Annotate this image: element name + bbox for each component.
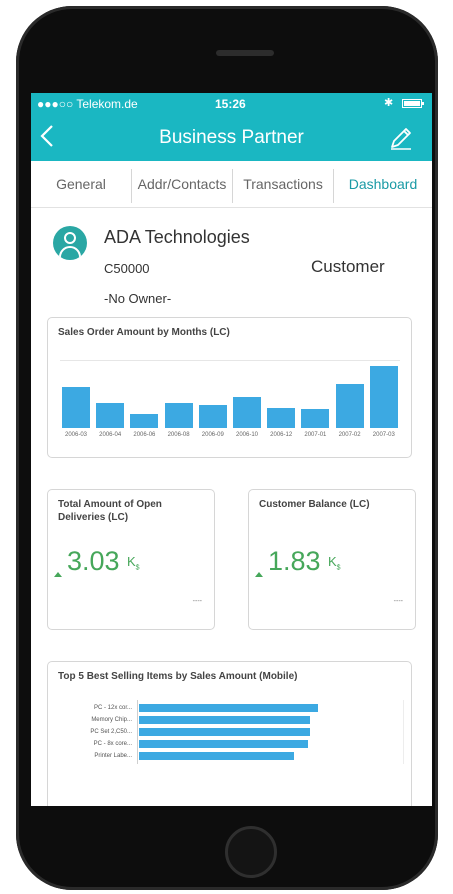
- top-items-chart-card[interactable]: Top 5 Best Selling Items by Sales Amount…: [47, 661, 412, 806]
- open-deliveries-card[interactable]: Total Amount of Open Deliveries (LC) 3.0…: [47, 489, 215, 630]
- chart-x-tick-label: 2006-10: [235, 432, 259, 438]
- chart-bar[interactable]: [139, 740, 309, 748]
- chart-bar[interactable]: [62, 386, 90, 428]
- chart-bar[interactable]: [198, 405, 227, 428]
- chart-bar[interactable]: [139, 716, 310, 724]
- kpi-title: Customer Balance (LC): [259, 499, 370, 510]
- chart-y-tick-label: Memory Chip...: [91, 717, 132, 723]
- trend-up-icon: [54, 572, 62, 577]
- chart-x-tick-label: 2007-03: [372, 432, 395, 438]
- pencil-icon[interactable]: [387, 124, 415, 152]
- sales-order-chart-card[interactable]: Sales Order Amount by Months (LC) 2006-0…: [47, 317, 412, 458]
- top-items-chart-plot: PC - 12x cor... Memory Chip... PC Set 2,C5…: [48, 662, 411, 805]
- partner-type: Customer: [311, 257, 385, 276]
- chart-right-rule: [403, 700, 404, 764]
- person-icon: [53, 226, 87, 260]
- chart-bar[interactable]: [369, 365, 398, 428]
- tab-dashboard[interactable]: Dashboard: [334, 161, 432, 207]
- chart-y-tick-label: Printer Labe...: [94, 753, 132, 759]
- battery-icon: [402, 99, 424, 108]
- sales-chart-plot: 2006-03 2006-04 2006-06 2006-08 2006-09 2006-…: [48, 318, 411, 457]
- kpi-unit: K$: [127, 554, 140, 572]
- app-screen: ●●●○○ Telekom.de 15:26 ✱ Business Partne…: [31, 93, 432, 806]
- chart-bar[interactable]: [130, 414, 159, 428]
- tab-transactions[interactable]: Transactions: [233, 161, 333, 207]
- chart-x-tick-label: 2007-01: [304, 432, 327, 438]
- kpi-currency: $: [336, 564, 341, 572]
- chart-top-rule: [60, 360, 400, 361]
- chart-x-tick-label: 2006-04: [99, 432, 122, 438]
- partner-code: C50000: [104, 261, 150, 276]
- chart-bar[interactable]: [139, 728, 310, 736]
- chart-x-tick-label: 2007-02: [338, 432, 361, 438]
- home-button[interactable]: [225, 826, 277, 878]
- chart-bar[interactable]: [164, 403, 193, 428]
- kpi-unit-label: K: [127, 554, 136, 569]
- chart-x-tick-label: 2006-09: [201, 432, 224, 438]
- chart-bar[interactable]: [139, 704, 318, 712]
- page-title: Business Partner: [159, 127, 304, 148]
- chart-y-tick-label: PC - 8x core...: [93, 741, 132, 747]
- kpi-value: 1.83: [268, 546, 321, 576]
- trend-up-icon: [255, 572, 263, 577]
- kpi-footer: ----: [192, 598, 202, 605]
- kpi-title: Total Amount of Open Deliveries (LC): [58, 499, 162, 523]
- chart-y-tick-label: PC Set 2,C50...: [90, 729, 132, 735]
- chart-x-tick-label: 2006-12: [270, 432, 293, 438]
- chart-x-tick-label: 2006-03: [64, 432, 88, 438]
- partner-owner: -No Owner-: [104, 291, 172, 306]
- tab-general[interactable]: General: [31, 161, 131, 207]
- chart-bar[interactable]: [139, 752, 294, 760]
- kpi-currency: $: [135, 564, 140, 572]
- chart-bar[interactable]: [335, 383, 364, 428]
- bluetooth-icon: ✱: [384, 97, 394, 109]
- kpi-value: 3.03: [67, 546, 120, 576]
- carrier-label: ●●●○○ Telekom.de: [37, 97, 138, 111]
- chart-y-axis: [137, 700, 138, 764]
- tab-bar: General Addr/Contacts Transactions Dashb…: [31, 161, 432, 208]
- chart-bar[interactable]: [267, 408, 296, 428]
- chart-bar[interactable]: [96, 403, 125, 428]
- chart-bar[interactable]: [233, 397, 261, 428]
- chart-x-tick-label: 2006-08: [167, 432, 190, 438]
- status-bar: ●●●○○ Telekom.de 15:26 ✱: [31, 93, 432, 115]
- customer-balance-card[interactable]: Customer Balance (LC) 1.83 K$ ----: [248, 489, 416, 630]
- chart-bar[interactable]: [301, 409, 330, 428]
- speaker-grille: [216, 50, 274, 56]
- nav-bar: Business Partner: [31, 115, 432, 161]
- chart-x-tick-label: 2006-06: [133, 432, 156, 438]
- chart-y-tick-label: PC - 12x cor...: [93, 705, 132, 711]
- partner-name: ADA Technologies: [104, 227, 250, 247]
- kpi-unit-label: K: [328, 554, 337, 569]
- kpi-footer: ----: [393, 598, 403, 605]
- kpi-unit: K$: [328, 554, 341, 572]
- clock: 15:26: [215, 97, 246, 111]
- tab-addr-contacts[interactable]: Addr/Contacts: [132, 161, 232, 207]
